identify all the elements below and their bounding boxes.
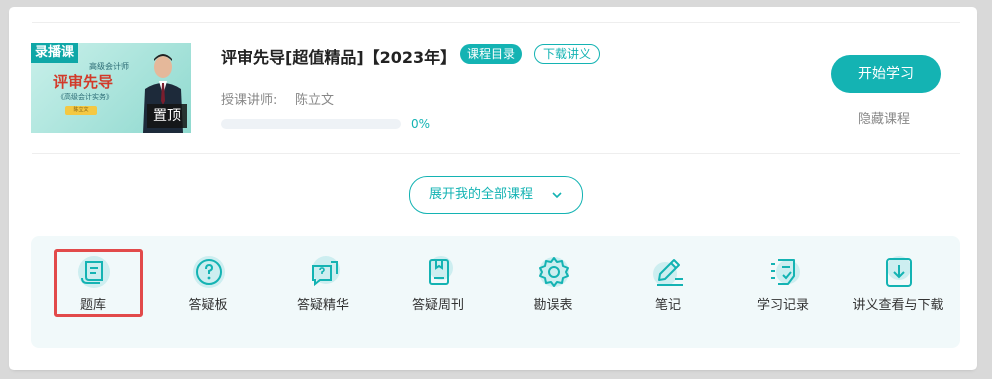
expand-all-courses-button[interactable]: 展开我的全部课程 (409, 176, 583, 214)
lecturer-name: 陈立文 (295, 93, 335, 108)
hide-course-link[interactable]: 隐藏课程 (858, 108, 910, 127)
progress-bar (221, 119, 401, 129)
start-learning-button[interactable]: 开始学习 (831, 55, 941, 93)
lecturer-label: 授课讲师: (221, 93, 278, 108)
tool-qa-weekly[interactable]: 答疑周刊 (383, 236, 493, 348)
divider-middle (32, 153, 960, 154)
errata-icon (539, 257, 569, 287)
handout-download-icon (886, 256, 912, 287)
question-bank-highlight-box (54, 249, 143, 317)
tool-qa-board[interactable]: 答疑板 (153, 236, 263, 348)
study-record-icon (771, 259, 800, 285)
learning-tools-panel: 题库 答疑板 答疑精华 答疑周刊 勘误表 笔记 学习记录 讲义查看与下载 (31, 236, 960, 348)
thumb-teacher-pill: 陈立文 (65, 106, 97, 115)
qa-weekly-icon (429, 256, 453, 285)
tool-label: 学习记录 (756, 298, 809, 313)
pin-top-badge[interactable]: 置顶 (147, 104, 187, 128)
tool-label: 勘误表 (533, 298, 573, 313)
download-handout-button[interactable]: 下载讲义 (534, 44, 600, 64)
qa-board-icon (193, 256, 225, 288)
tool-label: 答疑精华 (296, 298, 349, 313)
chevron-down-icon (552, 192, 562, 199)
record-tag: 录播课 (31, 43, 79, 63)
expand-all-courses-label: 展开我的全部课程 (429, 187, 534, 202)
tool-notes[interactable]: 笔记 (613, 236, 723, 348)
tool-handout-download[interactable]: 讲义查看与下载 (843, 236, 953, 348)
progress-text: 0% (411, 117, 431, 131)
course-title[interactable]: 评审先导[超值精品]【2023年】 (221, 44, 456, 68)
course-catalog-button[interactable]: 课程目录 (460, 44, 522, 64)
notes-icon (653, 259, 683, 286)
tool-qa-highlights[interactable]: 答疑精华 (268, 236, 378, 348)
tool-label: 答疑板 (188, 298, 228, 313)
tool-study-record[interactable]: 学习记录 (728, 236, 838, 348)
tool-label: 答疑周刊 (411, 298, 464, 313)
tool-label: 讲义查看与下载 (852, 298, 944, 313)
thumb-title: 评审先导 (53, 73, 114, 91)
qa-highlights-icon (312, 256, 340, 287)
thumb-course-name: 《高级会计实务》 (57, 93, 113, 101)
tool-errata[interactable]: 勘误表 (498, 236, 608, 348)
tool-label: 笔记 (654, 298, 681, 313)
divider-top (32, 22, 960, 23)
